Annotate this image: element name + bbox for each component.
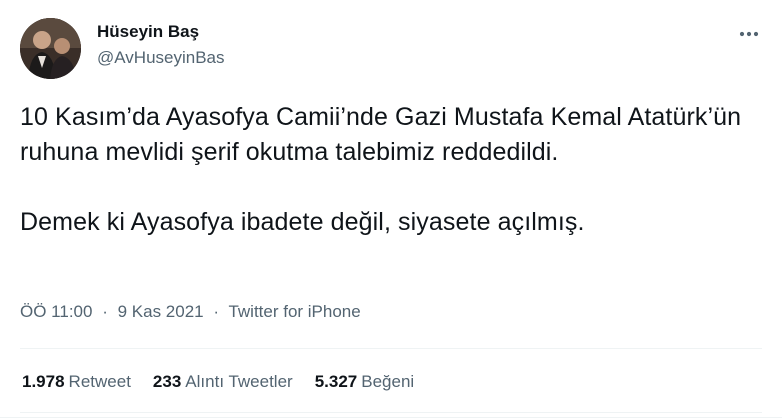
tweet-paragraph: 10 Kasım’da Ayasofya Camii’nde Gazi Must… [20,103,742,166]
tweet-text: 10 Kasım’da Ayasofya Camii’nde Gazi Must… [20,100,760,240]
avatar[interactable] [20,18,81,79]
avatar-photo [20,18,81,79]
author-block: Hüseyin Baş @AvHuseyinBas [97,22,225,68]
tweet-stats: 1.978 Retweet 233 Alıntı Tweetler 5.327 Beğ… [22,371,414,393]
tweet-date[interactable]: 9 Kas 2021 [118,302,204,321]
divider [20,412,762,413]
like-label: Beğeni [361,372,415,391]
quote-label: Alıntı Tweetler [185,372,293,391]
author-handle[interactable]: @AvHuseyinBas [97,48,225,68]
tweet-paragraph: Demek ki Ayasofya ibadete değil, siyaset… [20,208,585,236]
divider [20,348,762,349]
tweet-meta: ÖÖ 11:00 · 9 Kas 2021 · Twitter for iPho… [20,301,361,323]
tweet-card: Hüseyin Baş @AvHuseyinBas 10 Kasım’da Ay… [0,0,782,418]
retweet-label: Retweet [68,372,131,391]
quote-count-link[interactable]: 233 Alıntı Tweetler [153,371,293,393]
tweet-source[interactable]: Twitter for iPhone [228,302,360,321]
tweet-time[interactable]: ÖÖ 11:00 [20,302,92,321]
meta-separator: · [213,302,220,321]
retweet-count: 1.978 [22,372,65,391]
like-count-link[interactable]: 5.327 Beğeni [315,371,414,393]
more-options-button[interactable] [734,22,764,46]
like-count: 5.327 [314,372,358,391]
author-name[interactable]: Hüseyin Baş [97,22,225,42]
meta-separator: · [102,302,108,321]
quote-count: 233 [152,372,182,391]
retweet-count-link[interactable]: 1.978 Retweet [22,371,131,393]
more-horizontal-icon [739,31,759,37]
